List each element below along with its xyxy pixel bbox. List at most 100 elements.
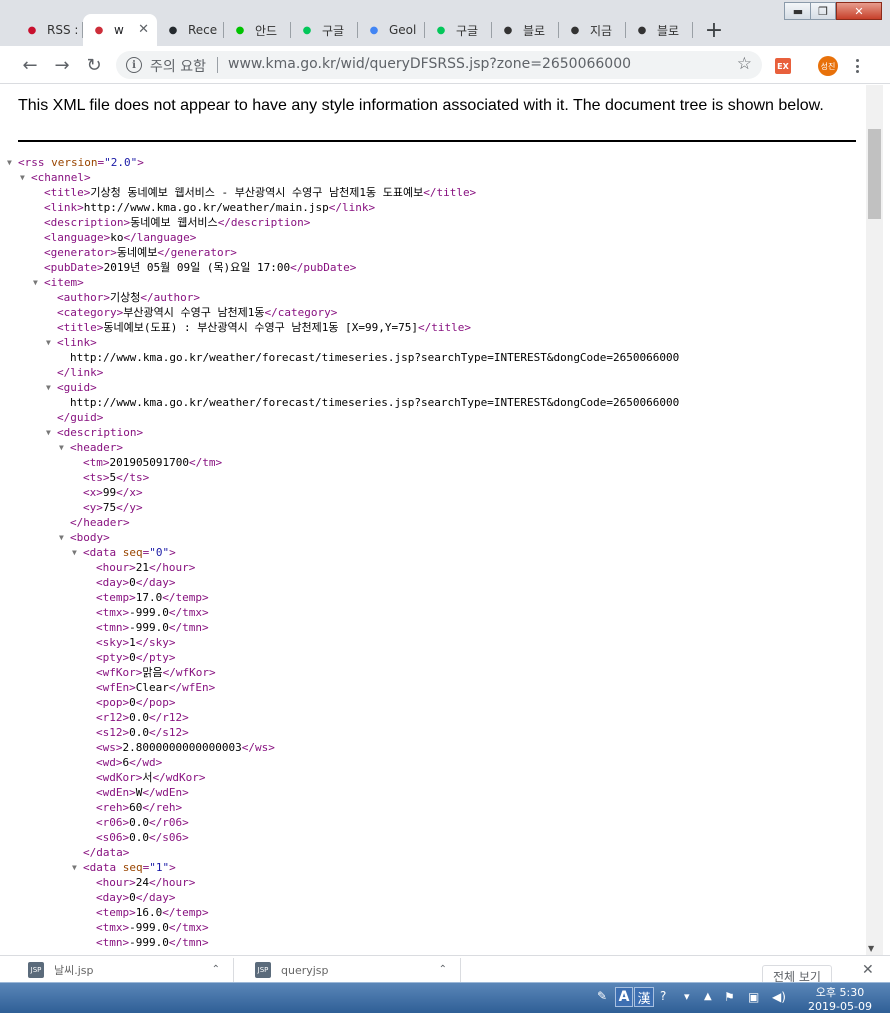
tab-4[interactable]: ● 구글 xyxy=(291,14,358,46)
collapse-triangle-icon[interactable]: ▼ xyxy=(46,380,51,395)
xml-line[interactable]: ▼ <header> xyxy=(18,440,864,455)
tab-7[interactable]: ● 블로 xyxy=(492,14,559,46)
xml-line[interactable]: ▼ <description> xyxy=(18,425,864,440)
xml-line-text: <tmx>-999.0</tmx> xyxy=(96,921,209,934)
xml-line: <temp>17.0</temp> xyxy=(18,590,864,605)
reload-button[interactable]: ↻ xyxy=(82,53,106,77)
tab-1[interactable]: ● w ✕ xyxy=(83,14,157,46)
restore-icon: ❐ xyxy=(818,4,828,18)
xml-line: http://www.kma.go.kr/weather/forecast/ti… xyxy=(18,350,864,365)
xml-line[interactable]: ▼ <rss version="2.0"> xyxy=(7,155,864,170)
xml-line-text: <data seq="0"> xyxy=(83,546,176,559)
language-bar-icon[interactable]: ✎ xyxy=(597,989,607,1003)
minimize-button[interactable]: ▬ xyxy=(784,2,812,20)
collapse-triangle-icon[interactable]: ▼ xyxy=(59,530,64,545)
ime-settings-icon[interactable]: ▾ xyxy=(684,990,690,1003)
arrow-left-icon: ← xyxy=(22,54,38,76)
download-item[interactable]: JSP queryjsp ⌃ xyxy=(255,958,461,982)
help-icon[interactable]: ? xyxy=(660,989,666,1003)
xml-line-text: </link> xyxy=(57,366,104,379)
tab-0[interactable]: ● RSS : xyxy=(16,14,83,46)
tab-close-icon[interactable]: ✕ xyxy=(138,22,149,37)
collapse-triangle-icon[interactable]: ▼ xyxy=(72,545,77,560)
tab-label: 안드 xyxy=(255,23,278,38)
system-clock[interactable]: 오후 5:30 2019-05-09 xyxy=(800,986,880,1013)
xml-line[interactable]: ▼ <guid> xyxy=(18,380,864,395)
xml-line-text: <s06>0.0</s06> xyxy=(96,831,189,844)
tistory-icon: ● xyxy=(503,24,513,36)
xml-line: http://www.kma.go.kr/weather/forecast/ti… xyxy=(18,395,864,410)
profile-avatar[interactable]: 성진 xyxy=(818,56,838,76)
collapse-triangle-icon[interactable]: ▼ xyxy=(46,425,51,440)
xml-line-text: <pty>0</pty> xyxy=(96,651,176,664)
url-text[interactable]: www.kma.go.kr/wid/queryDFSRSS.jsp?zone=2… xyxy=(228,56,631,72)
maximize-button[interactable]: ❐ xyxy=(810,2,836,20)
volume-icon[interactable]: ◀) xyxy=(772,990,786,1004)
xml-line-text: <tmn>-999.0</tmn> xyxy=(96,621,209,634)
xml-line: </header> xyxy=(18,515,864,530)
forward-button[interactable]: → xyxy=(50,53,74,77)
tab-8[interactable]: ● 지금 xyxy=(559,14,626,46)
xml-line: <hour>24</hour> xyxy=(18,875,864,890)
chevron-up-icon[interactable]: ⌃ xyxy=(439,964,447,975)
xml-line[interactable]: ▼ <channel> xyxy=(18,170,864,185)
xml-line: <tmx>-999.0</tmx> xyxy=(18,605,864,620)
xml-line[interactable]: ▼ <link> xyxy=(18,335,864,350)
scrollbar-thumb[interactable] xyxy=(868,129,881,219)
line-icon: ● xyxy=(235,24,245,36)
security-label[interactable]: 주의 요함 xyxy=(150,56,206,76)
tray-expand-icon[interactable]: ▲ xyxy=(704,991,712,1002)
xml-line[interactable]: ▼ <data seq="1"> xyxy=(18,860,864,875)
tab-2[interactable]: ● Rece xyxy=(157,14,224,46)
menu-kebab-icon[interactable] xyxy=(854,56,860,76)
tab-label: RSS : xyxy=(47,23,79,37)
ime-mode-indicator[interactable]: A xyxy=(615,987,633,1007)
xml-line-text: <ts>5</ts> xyxy=(83,471,150,484)
scroll-down-arrow-icon[interactable]: ▼ xyxy=(868,944,874,953)
tab-5[interactable]: ● Geol xyxy=(358,14,425,46)
xml-line: <title>기상청 동네예보 웹서비스 - 부산광역시 수영구 남천제1동 도… xyxy=(18,185,864,200)
tab-label: Rece xyxy=(188,23,218,37)
xml-line-text: <channel> xyxy=(31,171,91,184)
bookmark-star-icon[interactable]: ☆ xyxy=(737,54,752,74)
address-bar[interactable]: i 주의 요함 www.kma.go.kr/wid/queryDFSRSS.js… xyxy=(116,51,762,79)
tab-3[interactable]: ● 안드 xyxy=(224,14,291,46)
action-center-flag-icon[interactable]: ⚑ xyxy=(724,990,735,1004)
page-content: This XML file does not appear to have an… xyxy=(0,85,866,955)
collapse-triangle-icon[interactable]: ▼ xyxy=(46,335,51,350)
xml-line[interactable]: ▼ <item> xyxy=(18,275,864,290)
xml-line-text: <r12>0.0</r12> xyxy=(96,711,189,724)
xml-line-text: <tmn>-999.0</tmn> xyxy=(96,936,209,949)
extension-icon[interactable]: EX xyxy=(775,58,791,74)
collapse-triangle-icon[interactable]: ▼ xyxy=(59,440,64,455)
xml-line-text: <s12>0.0</s12> xyxy=(96,726,189,739)
collapse-triangle-icon[interactable]: ▼ xyxy=(72,860,77,875)
xml-line-text: <title>기상청 동네예보 웹서비스 - 부산광역시 수영구 남천제1동 도… xyxy=(44,186,477,199)
download-item[interactable]: JSP 날씨.jsp ⌃ xyxy=(28,958,234,982)
tab-9[interactable]: ● 블로 xyxy=(626,14,693,46)
arrow-right-icon: → xyxy=(54,54,70,76)
new-tab-button[interactable]: + xyxy=(700,16,728,44)
collapse-triangle-icon[interactable]: ▼ xyxy=(20,170,25,185)
chevron-up-icon[interactable]: ⌃ xyxy=(212,964,220,975)
back-button[interactable]: ← xyxy=(18,53,42,77)
xml-line[interactable]: ▼ <body> xyxy=(18,530,864,545)
xml-line-text: <tmx>-999.0</tmx> xyxy=(96,606,209,619)
tab-strip: ● RSS : ● w ✕ ● Rece ● 안드 ● 구글 ● Geol ● 구글 ● 블로 ● 지금 ● 블로 + … xyxy=(0,0,890,46)
xml-line[interactable]: ▼ <data seq="0"> xyxy=(18,545,864,560)
network-icon[interactable]: ▣ xyxy=(748,990,759,1004)
close-icon[interactable]: ✕ xyxy=(862,962,874,978)
xml-line: <s12>0.0</s12> xyxy=(18,725,864,740)
xml-line-text: <link>http://www.kma.go.kr/weather/main.… xyxy=(44,201,376,214)
collapse-triangle-icon[interactable]: ▼ xyxy=(7,155,12,170)
xml-line-text: <pop>0</pop> xyxy=(96,696,176,709)
info-icon[interactable]: i xyxy=(126,57,142,73)
korea-gov-icon: ● xyxy=(27,24,37,36)
ime-hanja-indicator[interactable]: 漢 xyxy=(634,987,654,1007)
tab-6[interactable]: ● 구글 xyxy=(425,14,492,46)
tab-label: 블로 xyxy=(657,23,680,38)
collapse-triangle-icon[interactable]: ▼ xyxy=(33,275,38,290)
window-close-button[interactable]: ✕ xyxy=(836,2,882,20)
vertical-scrollbar[interactable]: ▼ xyxy=(866,85,883,955)
tab-label: 구글 xyxy=(322,23,345,38)
